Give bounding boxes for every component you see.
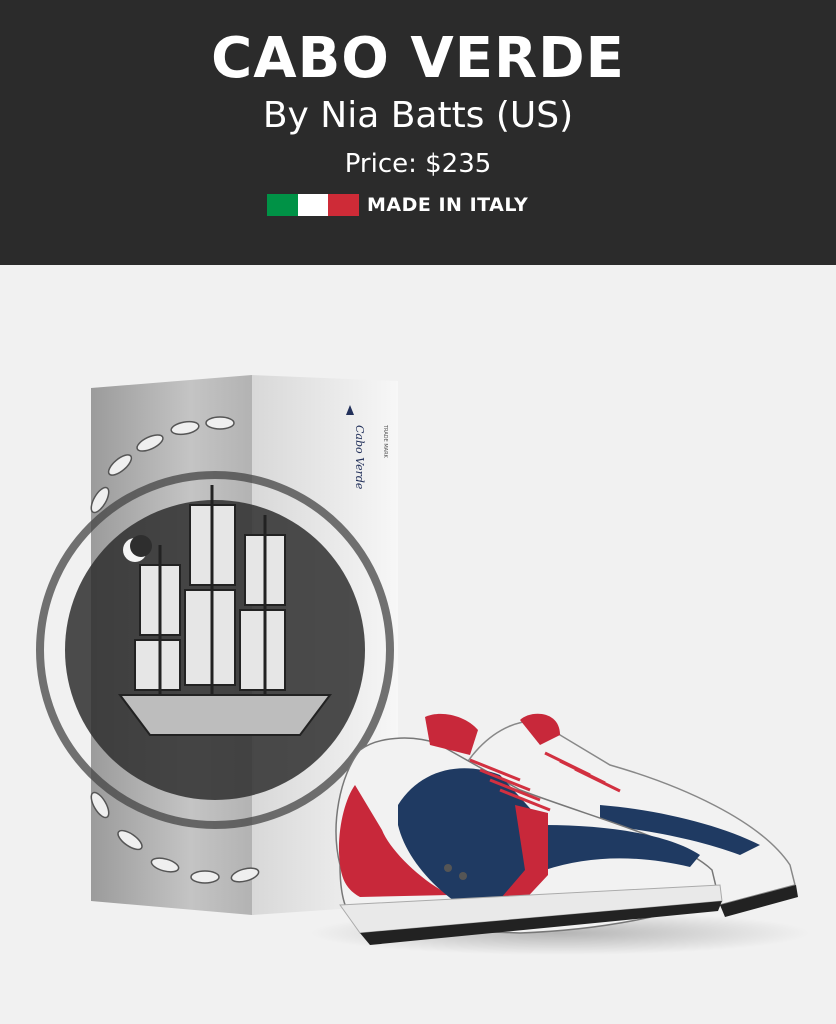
product-price: Price: $235 [344,149,492,179]
italy-flag-icon [267,194,360,216]
product-image: Cabo Verde TRADE MARK [0,265,836,1024]
designer-name: By Nia Batts (US) [262,95,574,136]
product-header: CABO VERDE By Nia Batts (US) Price: $235… [0,0,836,265]
box-brand-text: Cabo Verde [353,425,366,490]
product-title: CABO VERDE [211,26,625,91]
origin-label: MADE IN ITALY [367,194,529,216]
box-trademark-text: TRADE MARK [382,424,388,459]
origin-badge: MADE IN ITALY [267,193,528,217]
